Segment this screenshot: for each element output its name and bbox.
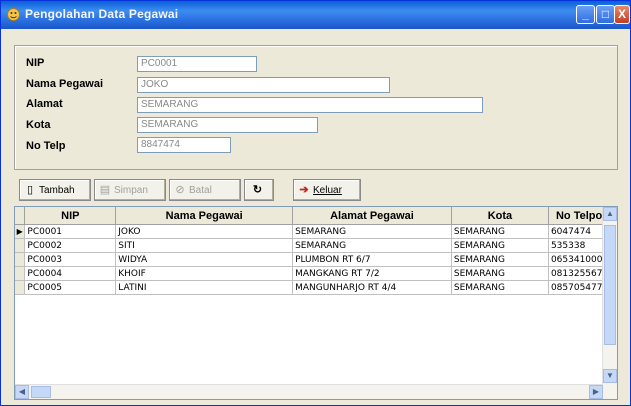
cancel-button[interactable]: ⊘ Batal	[169, 179, 241, 201]
kota-field[interactable]: SEMARANG	[137, 117, 318, 133]
row-indicator	[15, 280, 26, 295]
current-row-icon: ▶	[15, 224, 26, 239]
cell-nama[interactable]: WIDYA	[115, 252, 294, 267]
cell-kota[interactable]: SEMARANG	[451, 238, 549, 253]
scroll-left-icon[interactable]: ◀	[15, 385, 29, 399]
cell-nama[interactable]: JOKO	[115, 224, 294, 239]
maximize-button[interactable]: □	[596, 5, 615, 24]
cell-nip[interactable]: PC0003	[24, 252, 117, 267]
telp-label: No Telp	[26, 140, 66, 152]
column-header-kota[interactable]: Kota	[451, 207, 549, 225]
table-row[interactable]: PC0002 SITI SEMARANG SEMARANG 535338	[15, 238, 617, 253]
cell-kota[interactable]: SEMARANG	[451, 224, 549, 239]
scroll-right-icon[interactable]: ▶	[589, 385, 603, 399]
exit-button-label: Keluar	[313, 184, 342, 196]
alamat-label: Alamat	[26, 98, 63, 110]
app-icon	[7, 8, 20, 21]
table-header-row: NIP Nama Pegawai Alamat Pegawai Kota No …	[15, 207, 617, 225]
column-header-nip[interactable]: NIP	[24, 207, 117, 225]
table-row[interactable]: PC0004 KHOIF MANGKANG RT 7/2 SEMARANG 08…	[15, 266, 617, 281]
save-button-label: Simpan	[114, 184, 148, 196]
cell-kota[interactable]: SEMARANG	[451, 252, 549, 267]
cell-nama[interactable]: KHOIF	[115, 266, 294, 281]
nama-field[interactable]: JOKO	[137, 77, 390, 93]
cell-nip[interactable]: PC0001	[24, 224, 117, 239]
nip-label: NIP	[26, 57, 45, 69]
employee-table: NIP Nama Pegawai Alamat Pegawai Kota No …	[15, 207, 617, 295]
horizontal-scroll-thumb[interactable]	[31, 386, 51, 398]
row-indicator	[15, 238, 26, 253]
scroll-down-icon[interactable]: ▼	[603, 369, 617, 383]
add-button-label: Tambah	[39, 184, 75, 196]
employee-grid[interactable]: NIP Nama Pegawai Alamat Pegawai Kota No …	[14, 206, 618, 400]
horizontal-scrollbar[interactable]: ◀ ▶	[15, 384, 603, 399]
cell-alamat[interactable]: MANGUNHARJO RT 4/4	[292, 280, 452, 295]
scroll-up-icon[interactable]: ▲	[603, 207, 617, 221]
column-header-nama[interactable]: Nama Pegawai	[115, 207, 294, 225]
row-indicator	[15, 266, 26, 281]
cancel-button-label: Batal	[189, 184, 212, 196]
cell-alamat[interactable]: SEMARANG	[292, 224, 452, 239]
cell-nama[interactable]: LATINI	[115, 280, 294, 295]
cell-alamat[interactable]: PLUMBON RT 6/7	[292, 252, 452, 267]
header-indicator	[15, 207, 26, 225]
cell-nip[interactable]: PC0005	[24, 280, 117, 295]
cell-nama[interactable]: SITI	[115, 238, 294, 253]
main-window: Pengolahan Data Pegawai _ □ X NIP PC0001…	[0, 0, 631, 406]
refresh-icon: ↻	[252, 184, 263, 196]
alamat-field[interactable]: SEMARANG	[137, 97, 483, 113]
save-button[interactable]: ▤ Simpan	[94, 179, 166, 201]
save-icon: ▤	[99, 184, 111, 196]
window-title: Pengolahan Data Pegawai	[25, 7, 179, 21]
close-button[interactable]: X	[614, 5, 630, 24]
cell-nip[interactable]: PC0002	[24, 238, 117, 253]
refresh-button[interactable]: ↻	[244, 179, 274, 201]
kota-label: Kota	[26, 119, 51, 131]
add-button[interactable]: ▯ Tambah	[19, 179, 91, 201]
nip-field[interactable]: PC0001	[137, 56, 257, 72]
column-header-alamat[interactable]: Alamat Pegawai	[292, 207, 452, 225]
table-row[interactable]: PC0005 LATINI MANGUNHARJO RT 4/4 SEMARAN…	[15, 280, 617, 295]
telp-field[interactable]: 8847474	[137, 137, 231, 153]
new-document-icon: ▯	[26, 184, 34, 196]
vertical-scroll-thumb[interactable]	[604, 225, 616, 345]
cell-kota[interactable]: SEMARANG	[451, 266, 549, 281]
vertical-scrollbar[interactable]: ▲ ▼	[602, 207, 617, 399]
table-row[interactable]: ▶ PC0001 JOKO SEMARANG SEMARANG 6047474	[15, 224, 617, 239]
cancel-icon: ⊘	[175, 184, 185, 196]
nama-label: Nama Pegawai	[26, 78, 104, 90]
row-indicator	[15, 252, 26, 267]
minimize-button[interactable]: _	[576, 5, 595, 24]
title-bar[interactable]: Pengolahan Data Pegawai _ □ X	[1, 1, 630, 29]
cell-nip[interactable]: PC0004	[24, 266, 117, 281]
exit-arrow-icon: ➔	[299, 184, 309, 196]
exit-button[interactable]: ➔ Keluar	[293, 179, 361, 201]
cell-kota[interactable]: SEMARANG	[451, 280, 549, 295]
cell-alamat[interactable]: MANGKANG RT 7/2	[292, 266, 452, 281]
table-row[interactable]: PC0003 WIDYA PLUMBON RT 6/7 SEMARANG 065…	[15, 252, 617, 267]
cell-alamat[interactable]: SEMARANG	[292, 238, 452, 253]
